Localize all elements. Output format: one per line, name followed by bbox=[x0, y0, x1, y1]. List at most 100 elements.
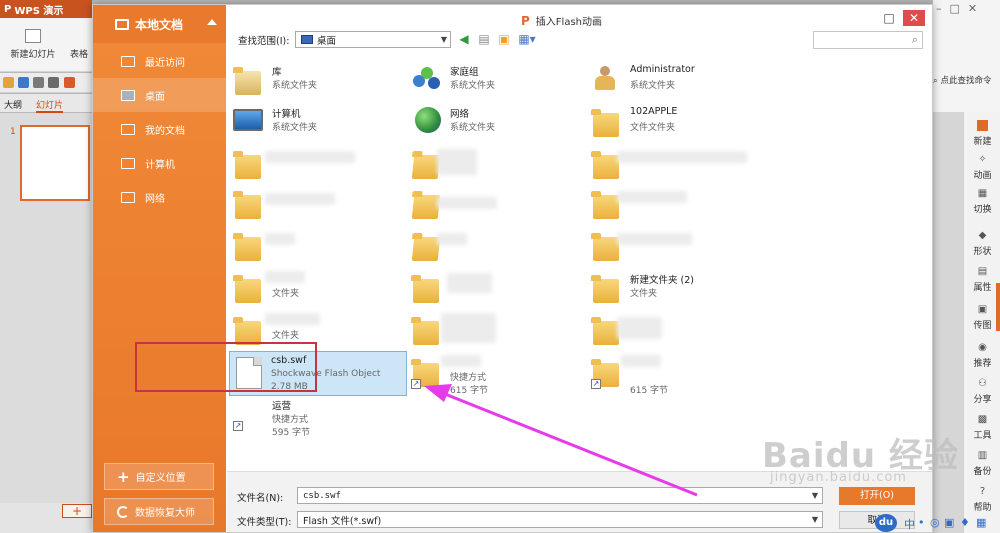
tab-outline[interactable]: 大纲 bbox=[4, 98, 22, 111]
sidebar-item-upload[interactable]: ▣ 传图 bbox=[964, 304, 1000, 331]
minimize-icon[interactable]: – bbox=[936, 2, 942, 15]
search-input[interactable]: ⌕ bbox=[813, 31, 923, 49]
blurred-name bbox=[265, 271, 305, 283]
sidebar-item-recommend[interactable]: ◉ 推荐 bbox=[964, 342, 1000, 369]
list-item[interactable] bbox=[587, 145, 767, 185]
properties-icon: ▤ bbox=[977, 266, 988, 277]
filetype-select[interactable]: Flash 文件(*.swf) ▼ bbox=[297, 511, 823, 528]
dialog-close-icon[interactable]: ✕ bbox=[903, 10, 925, 26]
ime-lang-icon[interactable]: 中 bbox=[904, 516, 915, 532]
wps-logo-icon: P bbox=[4, 3, 12, 15]
folder-icon bbox=[591, 275, 619, 303]
ime-mode-icon[interactable]: ◎ bbox=[930, 516, 940, 532]
folder-icon bbox=[411, 275, 439, 303]
maximize-icon[interactable]: □ bbox=[950, 2, 960, 15]
list-item[interactable]: ↗ 快捷方式 615 字节 bbox=[407, 353, 587, 396]
blurred-name bbox=[617, 317, 662, 339]
sidebar-item-share[interactable]: ⚇ 分享 bbox=[964, 378, 1000, 405]
filename-input[interactable]: csb.swf ▼ bbox=[297, 487, 823, 504]
slide-thumbnail[interactable] bbox=[20, 125, 90, 201]
preview-icon[interactable] bbox=[48, 77, 59, 88]
back-icon[interactable]: ◀ bbox=[457, 32, 471, 46]
chevron-down-icon: ▼ bbox=[811, 491, 818, 500]
list-item[interactable]: 102APPLE 文件文件夹 bbox=[587, 103, 767, 143]
find-command[interactable]: ⌕ 点此查找命令 bbox=[933, 74, 1000, 88]
blurred-name bbox=[617, 191, 687, 203]
blurred-name bbox=[617, 233, 692, 245]
list-item[interactable] bbox=[407, 269, 587, 309]
new-icon bbox=[977, 120, 988, 131]
folder-icon bbox=[233, 151, 261, 179]
ime-grid-icon[interactable]: ▦ bbox=[976, 516, 986, 532]
list-item[interactable] bbox=[229, 185, 409, 225]
open-button[interactable]: 打开(O) bbox=[839, 487, 915, 505]
list-item[interactable]: 库 系统文件夹 bbox=[229, 61, 409, 101]
nav-item-documents[interactable]: 我的文档 bbox=[93, 112, 226, 146]
shortcut-arrow-icon: ↗ bbox=[591, 379, 601, 389]
list-item[interactable]: 家庭组 系统文件夹 bbox=[407, 61, 587, 101]
sidebar-item-help[interactable]: ? 帮助 bbox=[964, 486, 1000, 513]
blurred-name bbox=[441, 313, 496, 343]
list-item[interactable]: ↗ 运营 快捷方式 595 字节 bbox=[229, 395, 409, 438]
recovery-icon bbox=[117, 505, 129, 518]
table-button[interactable]: 表格 bbox=[70, 47, 88, 60]
close-icon[interactable]: ✕ bbox=[968, 2, 977, 15]
location-nav: 本地文档 最近访问 桌面 我的文档 计算机 网络 + 自定义位置 数据恢复大师 bbox=[93, 5, 226, 532]
data-recovery-button[interactable]: 数据恢复大师 bbox=[104, 498, 214, 525]
export-icon[interactable] bbox=[64, 77, 75, 88]
list-item[interactable]: Administrator 系统文件夹 bbox=[587, 61, 767, 101]
add-slide-icon[interactable]: + bbox=[62, 504, 92, 518]
blurred-name bbox=[621, 355, 661, 367]
du-ime-icon[interactable]: du bbox=[875, 514, 897, 532]
blurred-name bbox=[437, 233, 467, 245]
list-item[interactable] bbox=[229, 145, 409, 185]
dialog-maximize-icon[interactable]: □ bbox=[878, 10, 900, 26]
new-folder-icon[interactable]: ▣ bbox=[497, 32, 511, 46]
lookin-select[interactable]: 桌面 ▼ bbox=[295, 31, 451, 48]
custom-location-button[interactable]: + 自定义位置 bbox=[104, 463, 214, 490]
nav-item-recent[interactable]: 最近访问 bbox=[93, 44, 226, 78]
list-item[interactable] bbox=[587, 185, 767, 225]
list-item[interactable] bbox=[407, 185, 587, 225]
list-item[interactable] bbox=[229, 227, 409, 267]
list-item[interactable] bbox=[407, 145, 587, 185]
save-icon[interactable] bbox=[18, 77, 29, 88]
nav-item-desktop[interactable]: 桌面 bbox=[93, 78, 226, 112]
list-item[interactable] bbox=[407, 311, 587, 351]
recommend-icon: ◉ bbox=[978, 342, 987, 353]
list-item[interactable]: 新建文件夹 (2) 文件夹 bbox=[587, 269, 767, 309]
view-menu-icon[interactable]: ▦▾ bbox=[517, 32, 537, 46]
open-icon[interactable] bbox=[3, 77, 14, 88]
list-item[interactable]: 计算机 系统文件夹 bbox=[229, 103, 409, 143]
list-item[interactable]: 文件夹 bbox=[229, 269, 409, 309]
ime-punct-icon[interactable]: • bbox=[918, 516, 925, 532]
print-icon[interactable] bbox=[33, 77, 44, 88]
sidebar-item-backup[interactable]: ▥ 备份 bbox=[964, 450, 1000, 477]
sidebar-item-tools[interactable]: ▩ 工具 bbox=[964, 414, 1000, 441]
list-item[interactable]: 网络 系统文件夹 bbox=[407, 103, 587, 143]
search-icon: ⌕ bbox=[911, 33, 918, 46]
slide-number: 1 bbox=[10, 127, 16, 137]
nav-item-computer[interactable]: 计算机 bbox=[93, 146, 226, 180]
new-slide-button[interactable]: 新建幻灯片 bbox=[3, 29, 63, 60]
list-item[interactable] bbox=[587, 227, 767, 267]
up-folder-icon[interactable]: ▤ bbox=[477, 32, 491, 46]
plus-icon: + bbox=[117, 467, 130, 486]
wps-app-title[interactable]: P WPS 演示 bbox=[0, 0, 92, 18]
folder-icon bbox=[591, 151, 619, 179]
outline-slide-tabs: 大纲 幻灯片 bbox=[0, 94, 92, 113]
nav-header[interactable]: 本地文档 bbox=[93, 5, 226, 43]
tab-slides[interactable]: 幻灯片 bbox=[36, 98, 64, 113]
ime-shirt-icon[interactable]: ♦ bbox=[960, 516, 970, 532]
sidebar-item-animation[interactable]: ✧ 动画 bbox=[964, 154, 1000, 181]
list-item[interactable] bbox=[587, 311, 767, 351]
sidebar-item-new[interactable]: 新建 bbox=[964, 120, 1000, 147]
folder-icon bbox=[591, 233, 619, 261]
nav-item-network[interactable]: 网络 bbox=[93, 180, 226, 214]
sidebar-item-transition[interactable]: ▦ 切换 bbox=[964, 188, 1000, 215]
ime-lock-icon[interactable]: ▣ bbox=[944, 516, 954, 532]
list-item[interactable] bbox=[407, 227, 587, 267]
list-item[interactable]: ↗ 615 字节 bbox=[587, 353, 767, 396]
sidebar-item-shape[interactable]: ◆ 形状 bbox=[964, 230, 1000, 257]
sidebar-item-properties[interactable]: ▤ 属性 bbox=[964, 266, 1000, 293]
